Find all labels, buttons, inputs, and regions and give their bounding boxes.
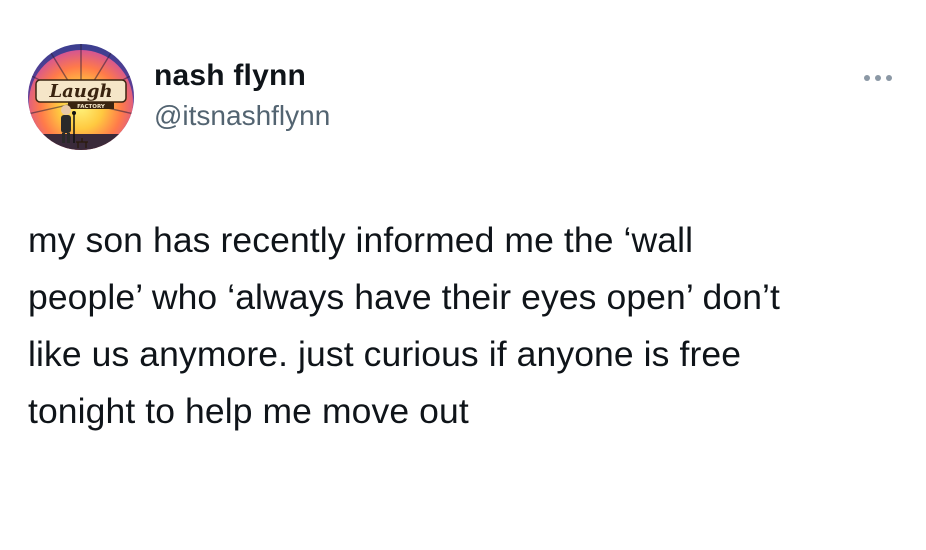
tweet-card: Laugh FACTORY nash flynn @itsnashflynn m…: [0, 0, 926, 550]
svg-text:Laugh: Laugh: [48, 81, 112, 102]
author-handle[interactable]: @itsnashflynn: [154, 98, 330, 134]
svg-text:FACTORY: FACTORY: [77, 104, 106, 110]
author-display-name[interactable]: nash flynn: [154, 58, 330, 94]
laugh-factory-logo-avatar-icon: Laugh FACTORY: [28, 44, 134, 150]
more-options-button[interactable]: [858, 68, 898, 88]
more-horizontal-icon: [864, 75, 892, 81]
author-names: nash flynn @itsnashflynn: [154, 58, 330, 134]
avatar[interactable]: Laugh FACTORY: [28, 44, 134, 150]
more-dot: [875, 75, 881, 81]
more-dot: [864, 75, 870, 81]
tweet-header: Laugh FACTORY nash flynn @itsnashflynn: [28, 44, 898, 154]
more-dot: [886, 75, 892, 81]
tweet-text: my son has recently informed me the ‘wal…: [28, 220, 780, 431]
